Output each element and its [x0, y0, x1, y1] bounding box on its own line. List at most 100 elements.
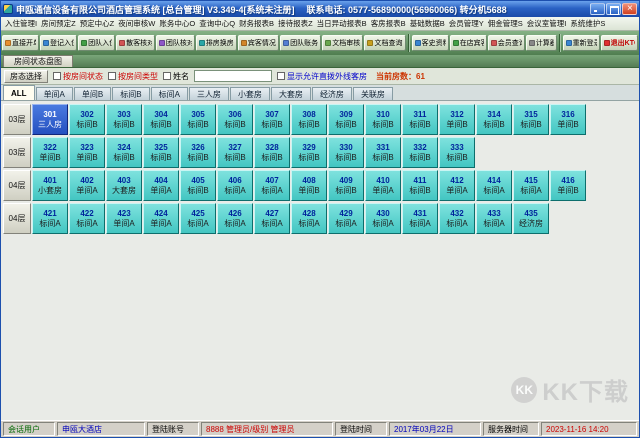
room-cell[interactable]: 305标间B [180, 104, 216, 135]
room-cell[interactable]: 431标间A [402, 203, 438, 234]
room-cell[interactable]: 314标间B [476, 104, 512, 135]
toolbar-button-calculator[interactable]: 计算器 [526, 35, 557, 51]
room-cell[interactable]: 310标间B [365, 104, 401, 135]
toolbar-button-invoice[interactable]: 直接开单 [2, 35, 39, 51]
filter-by-status-checkbox[interactable]: 按房间状态 [53, 71, 103, 82]
menu-item-3[interactable]: 预定中心Z [78, 18, 117, 29]
room-cell[interactable]: 304标间B [143, 104, 179, 135]
room-cell[interactable]: 316单间B [550, 104, 586, 135]
menu-item-8[interactable]: 接待报表Z [276, 18, 315, 29]
filter-by-name-checkbox[interactable]: 姓名 [163, 71, 189, 82]
menu-item-4[interactable]: 夜间审核W [116, 18, 157, 29]
maximize-icon[interactable] [606, 3, 621, 15]
room-cell[interactable]: 421标间A [32, 203, 68, 234]
toolbar-button-room-change[interactable]: 排房换房B [196, 35, 237, 51]
room-cell[interactable]: 332标间B [402, 137, 438, 168]
room-cell[interactable]: 331标间B [365, 137, 401, 168]
room-cell[interactable]: 411标间B [402, 170, 438, 201]
room-cell[interactable]: 425标间A [180, 203, 216, 234]
room-cell[interactable]: 325标间B [143, 137, 179, 168]
room-cell[interactable]: 416单间B [550, 170, 586, 201]
menu-item-11[interactable]: 基础数据B [408, 18, 447, 29]
room-cell[interactable]: 429标间A [328, 203, 364, 234]
toolbar-button-group-account[interactable]: 团队账务B [280, 35, 321, 51]
room-type-tab-9[interactable]: 关联房 [353, 87, 393, 100]
menu-item-2[interactable]: 房间预定Z [39, 18, 78, 29]
filter-by-type-checkbox[interactable]: 按房间类型 [108, 71, 158, 82]
room-cell[interactable]: 323单间B [69, 137, 105, 168]
room-cell[interactable]: 333标间B [439, 137, 475, 168]
room-cell[interactable]: 433标间A [476, 203, 512, 234]
close-icon[interactable] [622, 3, 637, 15]
room-type-tab-8[interactable]: 经济房 [312, 87, 352, 100]
minimize-icon[interactable] [590, 3, 605, 15]
checkbox-icon[interactable] [163, 72, 171, 80]
room-cell[interactable]: 303标间B [106, 104, 142, 135]
toolbar-button-guest-audit[interactable]: 散客核对I [116, 35, 155, 51]
room-cell[interactable]: 407标间A [254, 170, 290, 201]
room-cell[interactable]: 428标间A [291, 203, 327, 234]
room-cell[interactable]: 328标间B [254, 137, 290, 168]
room-cell[interactable]: 324标间B [106, 137, 142, 168]
toolbar-button-guest-history[interactable]: 客史资料 [412, 35, 449, 51]
toolbar-button-relogin[interactable]: 重新登录 [563, 35, 600, 51]
room-cell[interactable]: 403大套房 [106, 170, 142, 201]
room-cell[interactable]: 404单间A [143, 170, 179, 201]
room-cell[interactable]: 410单间A [365, 170, 401, 201]
room-cell[interactable]: 409标间B [328, 170, 364, 201]
room-cell[interactable]: 306标间B [217, 104, 253, 135]
menu-item-6[interactable]: 查询中心Q [197, 18, 237, 29]
room-cell[interactable]: 432标间A [439, 203, 475, 234]
room-cell[interactable]: 327标间B [217, 137, 253, 168]
room-cell[interactable]: 423单间A [106, 203, 142, 234]
menu-item-1[interactable]: 入住管理I [3, 18, 39, 29]
menu-item-13[interactable]: 佣金管理S [486, 18, 525, 29]
menu-item-14[interactable]: 会议室管理I [525, 18, 569, 29]
toolbar-button-doc-audit[interactable]: 文档审核B [322, 35, 363, 51]
room-type-tab-1[interactable]: 单间A [36, 87, 73, 100]
floor-button[interactable]: 03层 [3, 137, 31, 168]
toolbar-button-group-checkin[interactable]: 团队入住 [78, 35, 115, 51]
room-cell[interactable]: 412单间A [439, 170, 475, 201]
room-cell[interactable]: 414标间A [476, 170, 512, 201]
checkbox-icon[interactable] [277, 72, 285, 80]
room-cell[interactable]: 315标间B [513, 104, 549, 135]
toolbar-button-group-audit[interactable]: 团队核对I [156, 35, 195, 51]
room-cell[interactable]: 308标间B [291, 104, 327, 135]
room-type-tab-2[interactable]: 单间B [74, 87, 111, 100]
menu-item-15[interactable]: 系统维护S [568, 18, 607, 29]
room-type-tab-5[interactable]: 三人房 [189, 87, 229, 100]
room-cell[interactable]: 309标间B [328, 104, 364, 135]
room-cell[interactable]: 426标间A [217, 203, 253, 234]
toolbar-button-doc-search[interactable]: 文档查询B [364, 35, 405, 51]
floor-button[interactable]: 04层 [3, 203, 31, 234]
room-type-tab-3[interactable]: 标间B [112, 87, 149, 100]
menu-item-7[interactable]: 财务报表B [237, 18, 276, 29]
menu-item-5[interactable]: 账务中心O [157, 18, 197, 29]
floor-button[interactable]: 03层 [3, 104, 31, 135]
room-cell[interactable]: 402单间A [69, 170, 105, 201]
room-cell[interactable]: 401小套房 [32, 170, 68, 201]
floor-button[interactable]: 04层 [3, 170, 31, 201]
toolbar-button-inhouse-guest[interactable]: 在店宾客 [450, 35, 487, 51]
show-direct-dial-checkbox[interactable]: 显示允许直拨外线客房 [277, 71, 367, 82]
checkbox-icon[interactable] [53, 72, 61, 80]
toolbar-button-exit[interactable]: 退出KTC [601, 35, 638, 51]
room-cell[interactable]: 406标间A [217, 170, 253, 201]
menu-item-10[interactable]: 客房报表B [369, 18, 408, 29]
room-cell[interactable]: 312单间B [439, 104, 475, 135]
room-cell[interactable]: 307标间B [254, 104, 290, 135]
room-cell[interactable]: 427标间A [254, 203, 290, 234]
room-cell[interactable]: 424单间A [143, 203, 179, 234]
room-cell[interactable]: 322单间B [32, 137, 68, 168]
panel-tab-room-status-map[interactable]: 房间状态盘图 [3, 55, 73, 67]
room-cell[interactable]: 405标间B [180, 170, 216, 201]
room-cell[interactable]: 326标间B [180, 137, 216, 168]
checkbox-icon[interactable] [108, 72, 116, 80]
room-cell[interactable]: 415标间A [513, 170, 549, 201]
room-cell[interactable]: 435经济房 [513, 203, 549, 234]
room-type-tab-6[interactable]: 小套房 [230, 87, 270, 100]
toolbar-button-guest-info[interactable]: 宾客情况B [238, 35, 279, 51]
room-cell[interactable]: 311标间B [402, 104, 438, 135]
room-cell[interactable]: 330标间B [328, 137, 364, 168]
